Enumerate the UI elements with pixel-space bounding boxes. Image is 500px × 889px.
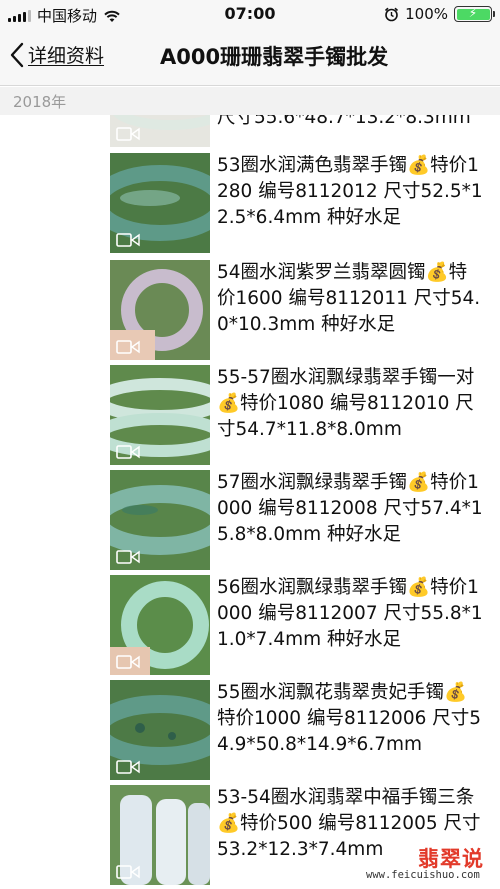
- item-description: 55圈水润飘花翡翠贵妃手镯💰特价1000 编号8112006 尺寸54.9*50…: [217, 682, 482, 755]
- battery-percent: 100%: [405, 5, 448, 23]
- thumbnail[interactable]: [110, 260, 210, 360]
- battery-icon: ⚡: [454, 6, 495, 22]
- post-list[interactable]: 尺寸55.6*48.7*13.2*8.3mm 53圈水润满色翡翠手镯💰特价128…: [0, 115, 500, 889]
- video-icon: [116, 233, 140, 247]
- video-icon: [116, 550, 140, 564]
- alarm-icon: [385, 7, 399, 21]
- section-year: 2018年: [13, 93, 67, 111]
- video-icon: [116, 760, 140, 774]
- chevron-left-icon: [10, 42, 24, 67]
- item-description: 57圈水润飘绿翡翠手镯💰特价1000 编号8112008 尺寸57.4*15.8…: [217, 472, 483, 545]
- video-icon: [116, 655, 140, 669]
- status-right: 100% ⚡: [384, 5, 495, 23]
- back-button[interactable]: 详细资料: [10, 41, 104, 68]
- page-title: A000珊珊翡翠手镯批发: [160, 45, 389, 69]
- video-icon: [116, 340, 140, 354]
- item-description: 55-57圈水润飘绿翡翠手镯一对💰特价1080 编号8112010 尺寸54.7…: [217, 367, 475, 440]
- thumbnail[interactable]: [110, 470, 210, 570]
- video-icon: [116, 127, 140, 141]
- video-icon: [116, 865, 140, 879]
- item-description: 尺寸55.6*48.7*13.2*8.3mm: [217, 115, 471, 128]
- watermark-url: www.feicuishuo.com: [364, 869, 482, 881]
- status-bar: 中国移动 07:00 100% ⚡: [0, 0, 500, 28]
- video-icon: [116, 445, 140, 459]
- thumbnail[interactable]: [110, 115, 210, 147]
- thumbnail[interactable]: [110, 365, 210, 465]
- item-description: 54圈水润紫罗兰翡翠圆镯💰特价1600 编号8112011 尺寸54.0*10.…: [217, 262, 481, 335]
- item-description: 53圈水润满色翡翠手镯💰特价1280 编号8112012 尺寸52.5*12.5…: [217, 155, 483, 228]
- thumbnail[interactable]: [110, 785, 210, 885]
- thumbnail[interactable]: [110, 680, 210, 780]
- thumbnail[interactable]: [110, 575, 210, 675]
- battery-fill: ⚡: [456, 6, 490, 20]
- nav-bar: 详细资料 A000珊珊翡翠手镯批发: [0, 28, 500, 86]
- thumbnail[interactable]: [110, 153, 210, 253]
- back-label: 详细资料: [28, 45, 105, 67]
- item-description: 56圈水润飘绿翡翠手镯💰特价1000 编号8112007 尺寸55.8*11.0…: [217, 577, 483, 650]
- section-header: 2018年: [0, 87, 500, 115]
